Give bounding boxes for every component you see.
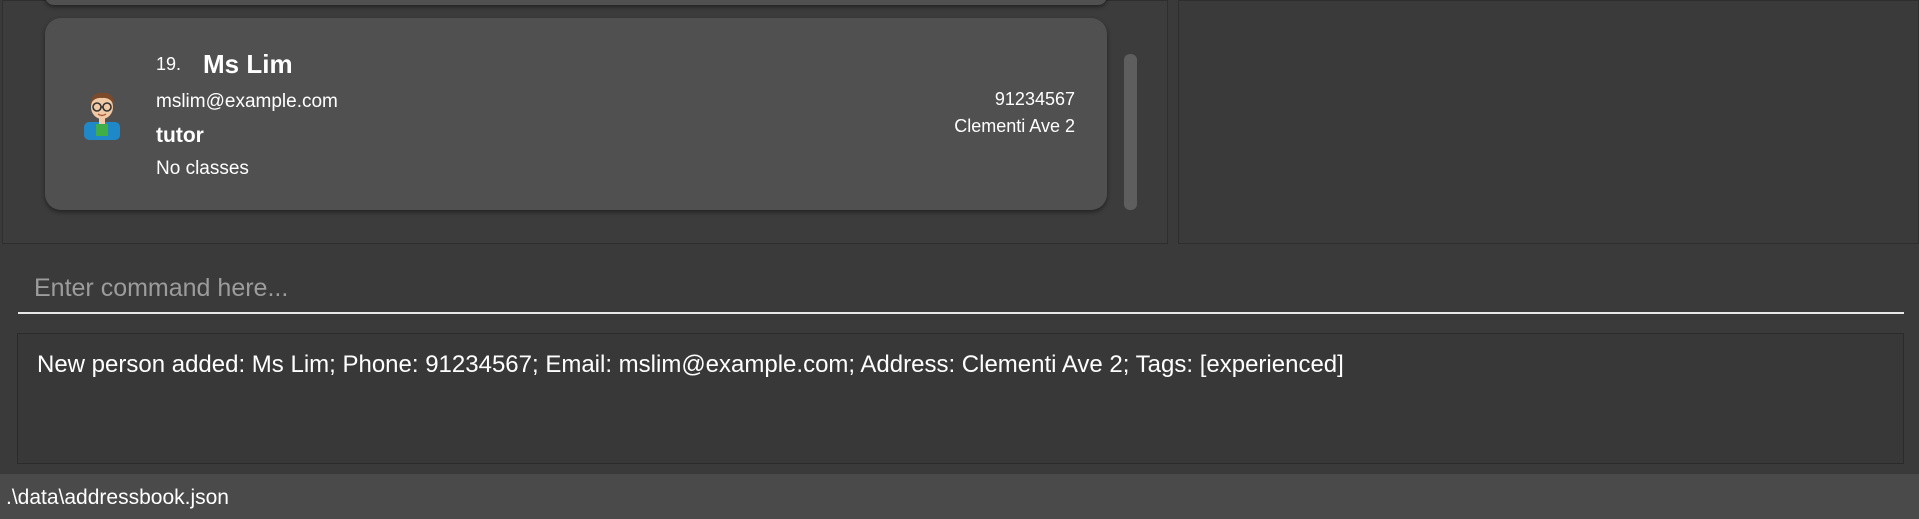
person-role: tutor <box>156 124 204 147</box>
command-input[interactable] <box>18 264 1904 314</box>
save-file-path: .\data\addressbook.json <box>6 486 229 509</box>
status-bar: .\data\addressbook.json <box>0 474 1919 519</box>
list-scrollbar[interactable] <box>1124 54 1137 210</box>
person-classes: No classes <box>156 158 249 179</box>
previous-person-card[interactable] <box>45 0 1107 5</box>
detail-panel <box>1178 0 1919 244</box>
person-card[interactable]: 19. Ms Lim mslim@example.com tutor No cl… <box>45 18 1107 210</box>
person-name: Ms Lim <box>203 49 293 79</box>
tutor-avatar-icon <box>84 92 120 140</box>
person-phone: 91234567 <box>994 89 1075 109</box>
person-list-panel[interactable]: 19. Ms Lim mslim@example.com tutor No cl… <box>2 0 1168 244</box>
person-email: mslim@example.com <box>156 91 338 112</box>
person-address: Clementi Ave 2 <box>954 116 1075 136</box>
person-index: 19. <box>156 54 182 74</box>
result-message: New person added: Ms Lim; Phone: 9123456… <box>37 351 1344 378</box>
result-display: New person added: Ms Lim; Phone: 9123456… <box>17 333 1904 464</box>
